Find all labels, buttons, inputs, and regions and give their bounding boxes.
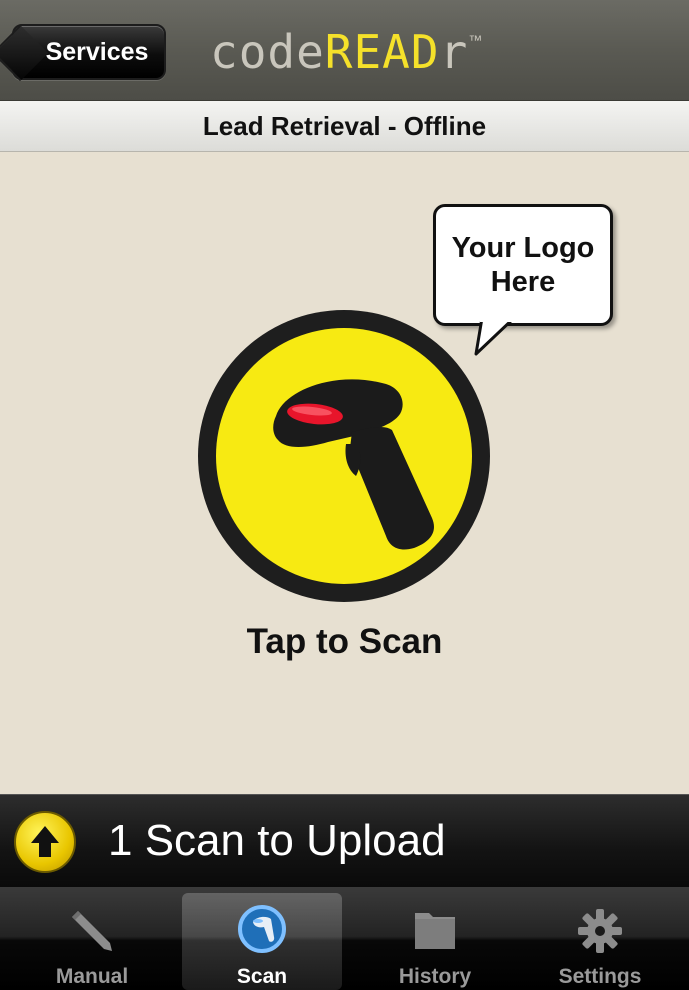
gear-icon bbox=[578, 909, 622, 953]
folder-icon bbox=[415, 913, 455, 949]
upload-bar[interactable]: 1 Scan to Upload bbox=[0, 794, 689, 887]
pencil-icon bbox=[72, 911, 112, 951]
upload-count-label: 1 Scan to Upload bbox=[108, 816, 446, 865]
logo-part-read: READ bbox=[324, 25, 440, 79]
logo-part-code: code bbox=[210, 25, 325, 79]
tab-settings[interactable]: Settings bbox=[520, 893, 680, 990]
tab-history-label: History bbox=[398, 965, 472, 988]
tab-settings-label: Settings bbox=[558, 965, 642, 988]
tab-manual-label: Manual bbox=[55, 965, 129, 988]
services-back-button[interactable]: Services bbox=[12, 24, 166, 80]
tap-to-scan-button[interactable] bbox=[198, 310, 490, 602]
logo-trademark: ™ bbox=[468, 32, 484, 48]
upload-arrow-icon bbox=[14, 811, 76, 873]
barcode-scanner-icon bbox=[238, 905, 286, 953]
bubble-line-1: Your Logo bbox=[451, 232, 595, 264]
app-logo: codeREADr™ bbox=[210, 22, 483, 82]
barcode-scanner-icon bbox=[273, 379, 434, 550]
tab-history[interactable]: History bbox=[355, 893, 515, 990]
service-title-bar: Lead Retrieval - Offline bbox=[0, 101, 689, 152]
tap-to-scan-label: Tap to Scan bbox=[246, 622, 443, 661]
tab-scan[interactable]: Scan bbox=[182, 893, 342, 990]
scan-button-face bbox=[216, 328, 472, 584]
bubble-line-2: Here bbox=[490, 266, 556, 298]
speech-bubble-tail bbox=[474, 318, 516, 356]
tab-scan-label: Scan bbox=[236, 965, 288, 988]
logo-placeholder-bubble: Your Logo Here bbox=[433, 204, 613, 326]
navigation-bar: Services codeREADr™ bbox=[0, 0, 689, 101]
tab-manual[interactable]: Manual bbox=[12, 893, 172, 990]
service-title: Lead Retrieval - Offline bbox=[202, 110, 487, 141]
logo-part-r: r bbox=[439, 25, 469, 79]
scan-area: Your Logo Here Tap to Scan bbox=[0, 152, 689, 792]
tab-bar: Manual Scan History Settings bbox=[0, 887, 689, 990]
back-button-label: Services bbox=[45, 37, 149, 66]
